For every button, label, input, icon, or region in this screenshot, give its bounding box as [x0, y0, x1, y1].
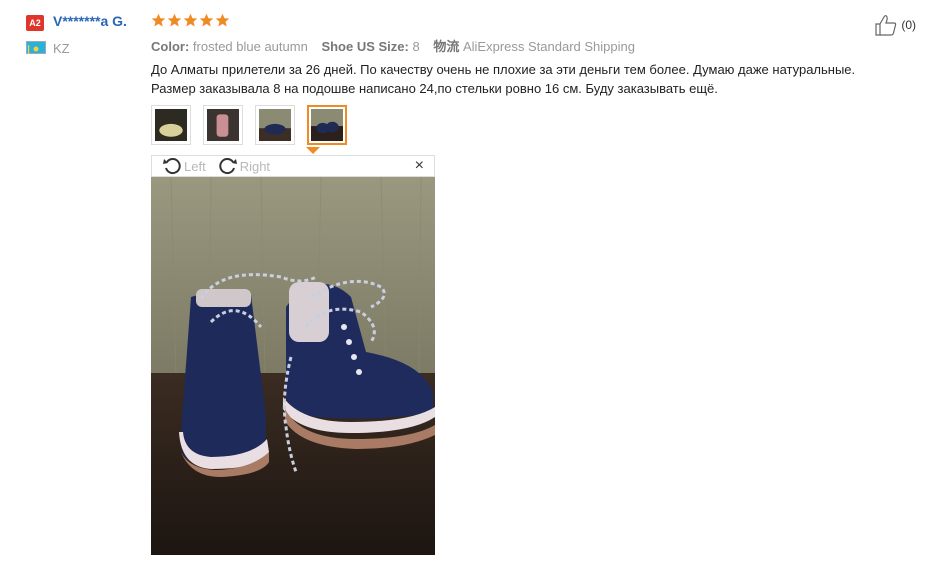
review-text-line-2: Размер заказывала 8 на подошве написано …: [151, 81, 718, 96]
size-label: Shoe US Size:: [321, 39, 409, 54]
star-rating: [151, 13, 230, 29]
color-label: Color:: [151, 39, 190, 54]
shipping-value: AliExpress Standard Shipping: [462, 39, 635, 54]
image-viewer-toolbar: Left Right ×: [151, 155, 435, 177]
rotate-left-icon: [163, 158, 181, 175]
photo-thumbnail[interactable]: [255, 105, 295, 145]
star-icon: [183, 13, 198, 27]
star-icon: [151, 13, 166, 27]
rotate-left-button[interactable]: Left: [162, 156, 206, 176]
helpful-button[interactable]: (0): [874, 14, 916, 36]
photo-thumbnail[interactable]: [151, 105, 191, 145]
country-code: KZ: [53, 41, 70, 56]
active-thumb-pointer: [306, 147, 320, 154]
review-photo: [151, 177, 435, 555]
close-icon[interactable]: ×: [415, 157, 424, 175]
star-icon: [199, 13, 214, 27]
review-text: До Алматы прилетели за 26 дней. По качес…: [151, 60, 911, 98]
rotate-right-icon: [219, 158, 237, 175]
star-icon: [167, 13, 182, 27]
review-text-line-1: До Алматы прилетели за 26 дней. По качес…: [151, 62, 856, 77]
helpful-count: (0): [901, 18, 916, 32]
avatar-badge: A2: [26, 15, 44, 31]
rotate-right-label: Right: [239, 158, 271, 174]
size-value: 8: [412, 39, 420, 54]
photo-thumbnails: [151, 105, 347, 145]
flag-icon: [26, 41, 46, 54]
shipping-label: 物流: [433, 39, 460, 54]
thumbs-up-icon: [875, 15, 897, 36]
color-value: frosted blue autumn: [192, 39, 308, 54]
star-icon: [215, 13, 230, 27]
photo-thumbnail-active[interactable]: [307, 105, 347, 145]
rotate-left-label: Left: [184, 158, 206, 174]
photo-thumbnail[interactable]: [203, 105, 243, 145]
reviewer-name[interactable]: V*******a G.: [53, 13, 127, 29]
purchase-attributes: Color: frosted blue autumn Shoe US Size:…: [151, 36, 645, 55]
rotate-right-button[interactable]: Right: [218, 156, 270, 176]
